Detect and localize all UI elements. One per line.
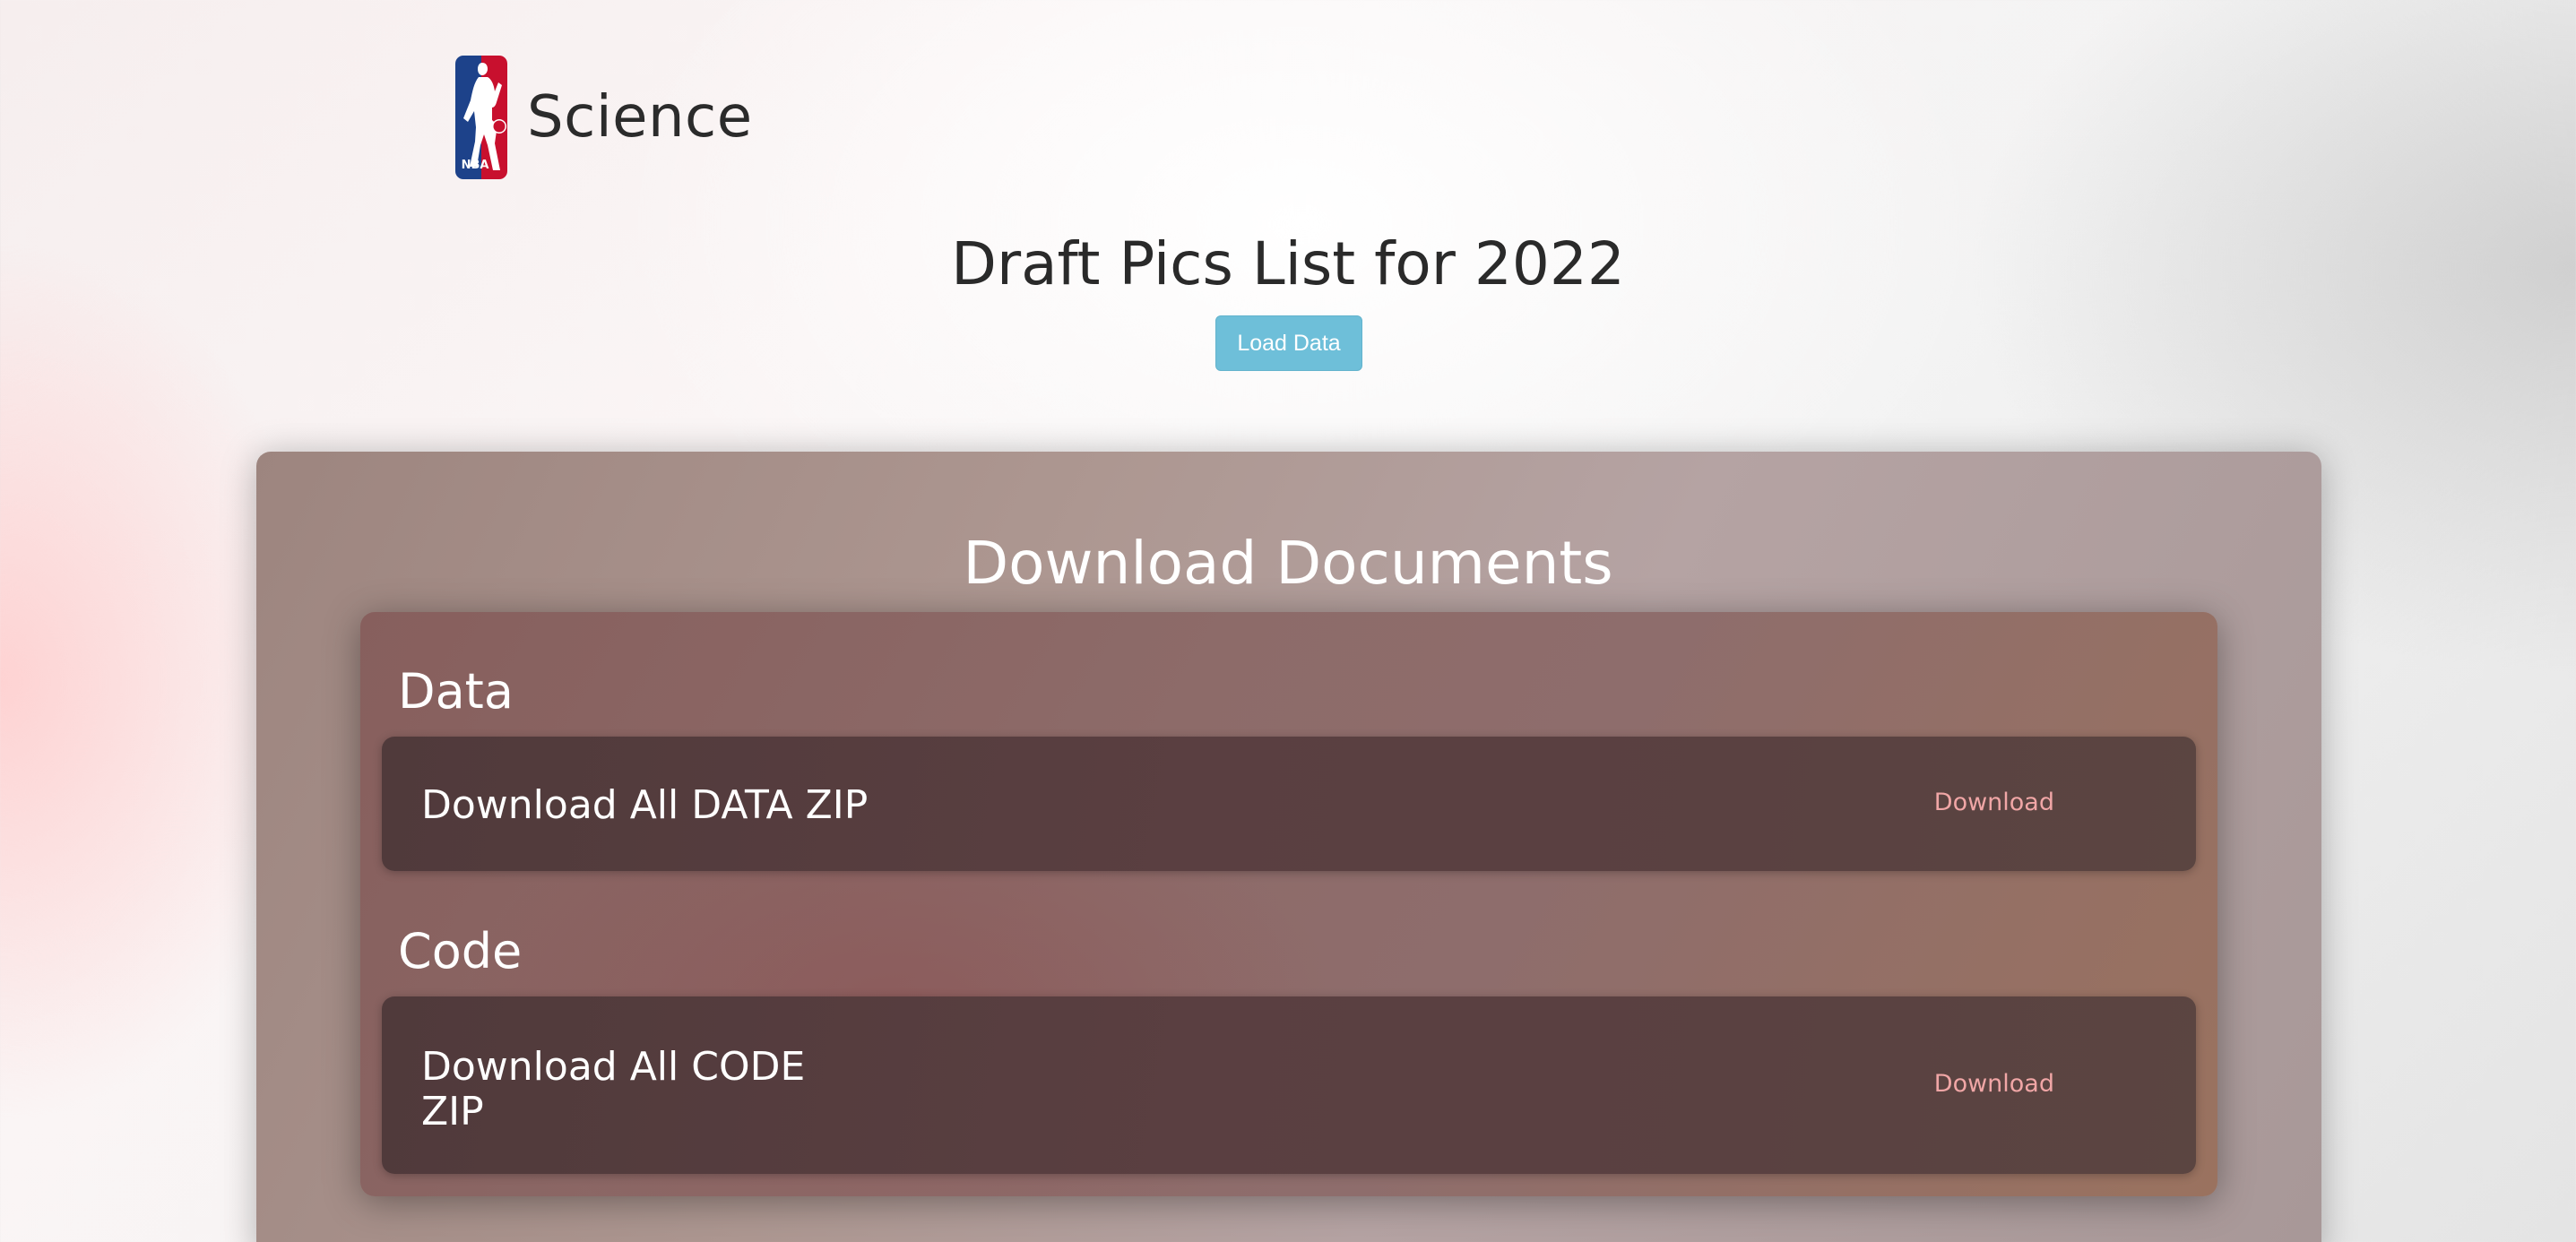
nba-logo-icon: NBA	[455, 56, 507, 179]
brand[interactable]: NBA Science	[455, 56, 753, 179]
doc-label-code: Download All CODE ZIP	[421, 1044, 806, 1134]
page-title: Draft Pics List for 2022	[951, 229, 1625, 298]
download-data-link[interactable]: Download	[1934, 789, 2054, 816]
svg-text:NBA: NBA	[462, 159, 489, 172]
download-documents-title: Download Documents	[963, 529, 1613, 598]
download-code-link[interactable]: Download	[1934, 1070, 2054, 1098]
brand-name: Science	[527, 84, 753, 151]
doc-label-data: Download All DATA ZIP	[421, 782, 869, 828]
load-data-button[interactable]: Load Data	[1215, 315, 1362, 371]
doc-card-data: Download All DATA ZIP Download	[382, 737, 2196, 871]
section-heading-data: Data	[398, 663, 514, 720]
doc-card-code: Download All CODE ZIP Download	[382, 996, 2196, 1174]
section-heading-code: Code	[398, 923, 523, 979]
